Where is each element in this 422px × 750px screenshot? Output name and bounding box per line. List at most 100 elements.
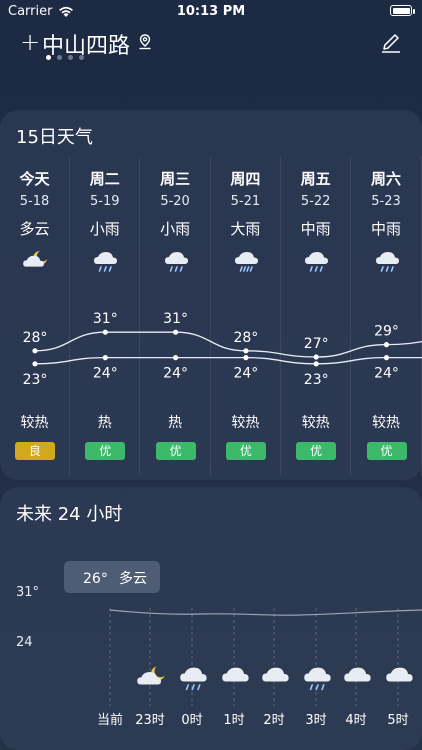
aqi-badge: 优 <box>366 442 407 460</box>
light-rain-icon <box>304 667 331 691</box>
aqi-badge: 优 <box>155 442 196 460</box>
day-date: 5-23 <box>371 194 401 209</box>
day-name: 周四 <box>230 170 261 188</box>
hour-label: 1时 <box>223 713 244 728</box>
status-time: 10:13 PM <box>176 4 246 19</box>
high-temp-label: 29° <box>374 324 399 340</box>
low-temp-point <box>243 355 249 361</box>
moderate-rain-icon <box>305 252 329 272</box>
day-feel: 较热 <box>301 415 330 431</box>
tooltip-temp: 26° <box>83 571 108 587</box>
high-temp-label: 28° <box>23 330 48 346</box>
low-temp-label: 24° <box>93 366 118 382</box>
y-max-label: 31° <box>16 585 39 600</box>
battery-icon <box>390 5 412 16</box>
high-temp-line <box>34 331 422 358</box>
low-temp-point <box>32 361 38 367</box>
hour-label: 0时 <box>181 713 202 728</box>
hourly-forecast-chart[interactable]: 31° 24 26° 多云当前 23时 0时 1时 2时 3时 4时 5时 <box>0 538 422 750</box>
high-temp-label: 31° <box>93 311 118 327</box>
day-date: 5-19 <box>90 194 120 209</box>
header: + 中山四路 <box>0 26 422 66</box>
day-condition: 小雨 <box>89 220 120 238</box>
hour-label: 4时 <box>345 713 366 728</box>
moderate-rain-icon <box>375 252 399 272</box>
heavy-rain-icon <box>234 252 258 272</box>
high-temp-label: 28° <box>233 330 258 346</box>
light-rain-icon <box>94 252 118 272</box>
hour-label: 2时 <box>263 713 284 728</box>
light-rain-icon <box>94 252 118 272</box>
day-condition: 中雨 <box>370 220 401 238</box>
cloudy-icon <box>222 667 249 682</box>
moderate-rain-icon <box>375 252 399 272</box>
day-name: 今天 <box>19 170 50 188</box>
heavy-rain-icon <box>234 252 258 272</box>
low-temp-label: 24° <box>374 366 399 382</box>
day-feel: 较热 <box>372 415 400 431</box>
day-date: 5-22 <box>300 194 331 209</box>
edit-icon[interactable] <box>380 32 402 54</box>
high-temp-point <box>383 342 390 348</box>
day-feel: 较热 <box>231 415 260 431</box>
high-temp-point <box>173 329 179 335</box>
page-dot[interactable] <box>46 55 51 60</box>
hour-label: 5时 <box>387 713 408 728</box>
light-rain-icon <box>180 667 207 691</box>
hour-label: 23时 <box>135 713 165 728</box>
light-rain-icon <box>164 252 188 272</box>
page-dot[interactable] <box>68 55 73 60</box>
high-temp-point <box>313 354 319 360</box>
low-temp-label: 23° <box>23 372 48 388</box>
cloudy-icon <box>262 667 289 682</box>
day-name: 周二 <box>89 170 120 188</box>
status-bar: Carrier 10:13 PM <box>0 0 422 22</box>
forecast-15-day-title: 15日天气 <box>16 127 93 148</box>
aqi-badge: 优 <box>296 442 337 460</box>
low-temp-label: 23° <box>304 372 329 388</box>
add-city-button[interactable]: + <box>20 28 40 56</box>
high-temp-point <box>102 329 108 335</box>
low-temp-label: 24° <box>233 366 258 382</box>
moderate-rain-icon <box>305 252 329 272</box>
hourly-temp-line <box>109 609 422 616</box>
page-dot[interactable] <box>79 55 84 60</box>
day-name: 周六 <box>370 170 401 188</box>
forecast-24-hour-title: 未来 24 小时 <box>16 504 123 525</box>
cloudy-icon <box>386 667 413 682</box>
day-name: 周五 <box>300 170 331 188</box>
day-feel: 热 <box>97 415 112 431</box>
high-temp-point <box>243 348 249 354</box>
hour-label: 3时 <box>305 713 326 728</box>
high-temp-label: 27° <box>304 336 329 352</box>
light-rain-icon <box>164 252 188 272</box>
partly-cloudy-night-icon <box>137 666 165 685</box>
cloudy-icon <box>344 667 371 682</box>
aqi-badge: 优 <box>225 442 266 460</box>
daily-temperature-chart: 28° 31° 31° 28° 27° 29° 23° 24° 24° 24° 23° 24° <box>23 311 422 388</box>
day-condition: 大雨 <box>230 220 261 238</box>
low-temp-point <box>383 355 390 361</box>
high-temp-label: 31° <box>163 311 188 327</box>
day-date: 5-20 <box>160 194 190 209</box>
day-feel: 热 <box>168 415 183 431</box>
partly-cloudy-night-icon <box>23 251 47 267</box>
y-min-label: 24 <box>16 635 33 650</box>
location-pin-icon <box>139 34 151 50</box>
hour-label: 当前 <box>97 712 123 728</box>
day-date: 5-21 <box>230 194 261 209</box>
day-condition: 小雨 <box>160 220 191 238</box>
page-indicator[interactable] <box>46 55 84 60</box>
low-temp-point <box>313 361 319 367</box>
battery-cap <box>413 9 415 14</box>
low-temp-point <box>173 355 179 361</box>
low-temp-line <box>34 356 422 365</box>
high-temp-point <box>32 348 38 354</box>
day-condition: 中雨 <box>300 220 331 238</box>
hourly-tooltip: 26° 多云 <box>64 561 160 593</box>
day-name: 周三 <box>160 170 191 188</box>
page-dot[interactable] <box>57 55 62 60</box>
low-temp-point <box>102 355 108 361</box>
partly-cloudy-night-icon <box>23 251 47 267</box>
tooltip-condition: 多云 <box>119 570 147 587</box>
